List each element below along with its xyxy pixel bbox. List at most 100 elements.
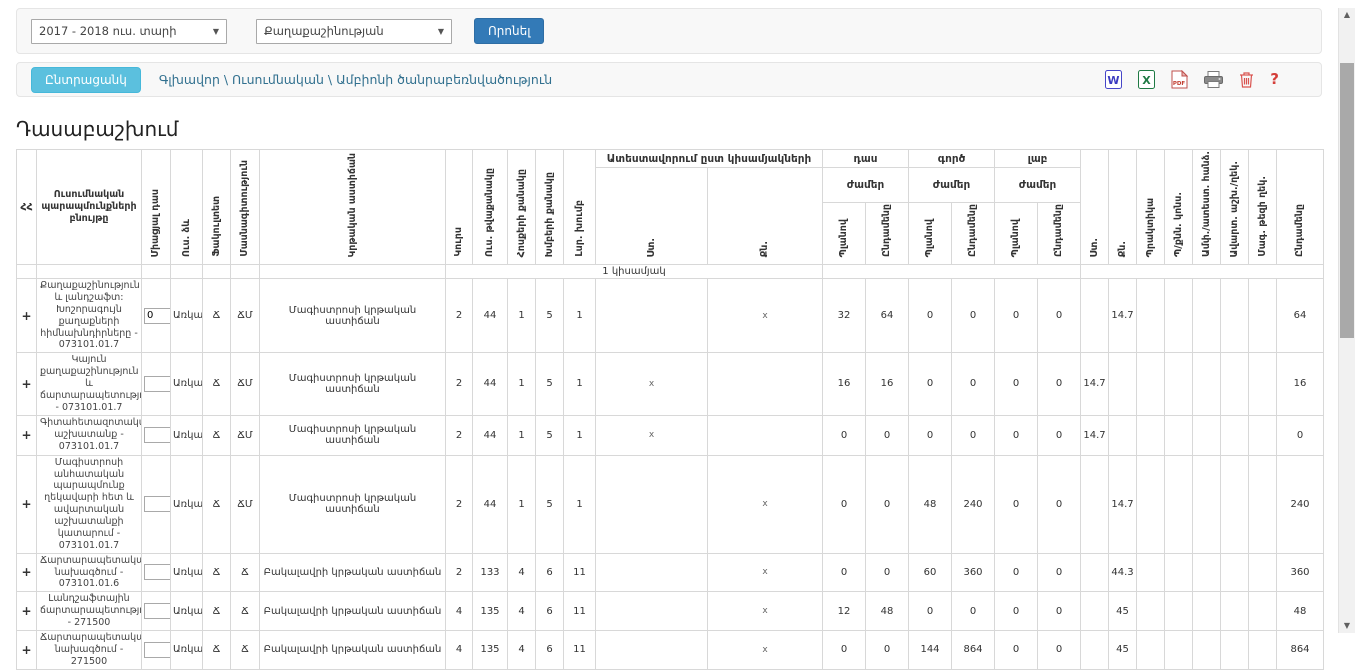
cell-st2 <box>1081 630 1109 669</box>
cell-lab-plan: 0 <box>995 630 1038 669</box>
cell-exam-cons <box>1165 415 1193 455</box>
year-select[interactable]: 2017 - 2018 ուս. տարի ▼ <box>31 19 227 44</box>
cell-master-thesis <box>1249 279 1277 353</box>
cell-das-total: 0 <box>866 415 909 455</box>
vertical-scrollbar[interactable]: ▲ ▼ <box>1338 8 1355 633</box>
cell-streams: 4 <box>508 553 536 592</box>
cell-master-thesis <box>1249 353 1277 415</box>
cell-lab-total: 0 <box>1038 353 1081 415</box>
cell-exam-cons <box>1165 279 1193 353</box>
cell-grad-work <box>1221 279 1249 353</box>
toolbar: Ընտրացանկ Գլխավոր \ Ուսումնական \ Ամբիոն… <box>16 62 1322 97</box>
joint-class-input[interactable] <box>144 376 171 392</box>
cell-practice <box>1137 630 1165 669</box>
cell-attest-qn: x <box>708 455 823 553</box>
cell-degree: Մագիստրոսի կրթական աստիճան <box>260 415 446 455</box>
joint-class-input[interactable] <box>144 642 171 658</box>
col-header-lecture-group: Լսր. խումբ <box>564 150 596 265</box>
table-row: +Մագիստրոսի անհատական պարապմունք ղեկավար… <box>17 455 1324 553</box>
joint-class-input[interactable] <box>144 564 171 580</box>
cell-grad-work <box>1221 415 1249 455</box>
col-header-practice: Պրակտիկա <box>1137 150 1165 265</box>
cell-final-attest <box>1193 279 1221 353</box>
scrollbar-thumb[interactable] <box>1340 63 1354 338</box>
cell-gorc-total: 0 <box>952 415 995 455</box>
cell-gorc-plan: 0 <box>909 353 952 415</box>
col-header-attest-st: Ստ. <box>596 168 708 265</box>
col-header-qn2: Քն. <box>1109 150 1137 265</box>
search-button[interactable]: Որոնել <box>474 18 544 44</box>
cell-expand[interactable]: + <box>17 279 37 353</box>
cell-groups: 6 <box>536 630 564 669</box>
cell-das-plan: 0 <box>823 415 866 455</box>
cell-expand[interactable]: + <box>17 553 37 592</box>
cell-grad-work <box>1221 455 1249 553</box>
cell-degree: Մագիստրոսի կրթական աստիճան <box>260 279 446 353</box>
cell-name: Գիտահետազոտական աշխատանք - 073101.01.7 <box>37 415 142 455</box>
joint-class-input[interactable] <box>144 308 171 324</box>
col-group-lecture-hours: դաս <box>823 150 909 168</box>
delete-icon[interactable] <box>1239 71 1254 88</box>
cell-lab-total: 0 <box>1038 279 1081 353</box>
cell-streams: 1 <box>508 279 536 353</box>
cell-specialty: ՃՄ <box>231 279 260 353</box>
cell-faculty: Ճ <box>203 630 231 669</box>
col-header-lab-total: Ընդամենը <box>1038 203 1081 265</box>
help-icon[interactable]: ? <box>1270 72 1279 87</box>
cell-expand[interactable]: + <box>17 630 37 669</box>
cell-gorc-total: 864 <box>952 630 995 669</box>
cell-course: 2 <box>446 279 473 353</box>
cell-final-attest <box>1193 455 1221 553</box>
cell-students: 44 <box>473 279 508 353</box>
svg-text:X: X <box>1143 74 1152 87</box>
cell-groups: 5 <box>536 415 564 455</box>
cell-name: Քաղաքաշինություն և լանդշաֆտ: Խոշորագույն… <box>37 279 142 353</box>
joint-class-input[interactable] <box>144 496 171 512</box>
table-header: ՀՀ Ուսումնական պարապմունքների բնույթը Մի… <box>17 150 1324 265</box>
cell-lecture-group: 1 <box>564 415 596 455</box>
cell-lecture-group: 1 <box>564 455 596 553</box>
col-header-st2: Ստ. <box>1081 150 1109 265</box>
cell-course: 4 <box>446 630 473 669</box>
faculty-select-value: Քաղաքաշինության <box>264 24 384 38</box>
cell-gorc-plan: 0 <box>909 415 952 455</box>
menu-button[interactable]: Ընտրացանկ <box>31 67 141 93</box>
col-header-master-thesis: Մագ. թեզի ղեկ. <box>1249 150 1277 265</box>
cell-attest-st <box>596 553 708 592</box>
cell-gorc-plan: 144 <box>909 630 952 669</box>
cell-name: Ճարտարապետական նախագծում - 073101.01.6 <box>37 553 142 592</box>
cell-streams: 1 <box>508 415 536 455</box>
cell-practice <box>1137 353 1165 415</box>
cell-joint-input <box>142 455 171 553</box>
faculty-select[interactable]: Քաղաքաշինության ▼ <box>256 19 452 44</box>
cell-students: 44 <box>473 455 508 553</box>
print-icon[interactable] <box>1204 71 1223 88</box>
cell-lab-total: 0 <box>1038 455 1081 553</box>
col-subgroup-hours: ժամեր <box>995 168 1081 203</box>
col-header-grad-work: Ավարտ. աշխ./ղեկ. <box>1221 150 1249 265</box>
cell-name: Մագիստրոսի անհատական պարապմունք ղեկավարի… <box>37 455 142 553</box>
table-row: +Ճարտարապետական նախագծում - 073101.01.6Ա… <box>17 553 1324 592</box>
cell-expand[interactable]: + <box>17 415 37 455</box>
cell-form: Առկա <box>171 279 203 353</box>
word-export-icon[interactable]: W <box>1105 70 1122 89</box>
export-toolbar: W X PDF ? <box>1105 70 1307 89</box>
joint-class-input[interactable] <box>144 427 171 443</box>
col-header-students: Ուս. թվաքանակը <box>473 150 508 265</box>
cell-das-plan: 16 <box>823 353 866 415</box>
cell-total: 864 <box>1277 630 1324 669</box>
col-group-practical-hours: գործ <box>909 150 995 168</box>
excel-export-icon[interactable]: X <box>1138 70 1155 89</box>
cell-expand[interactable]: + <box>17 455 37 553</box>
scroll-up-icon[interactable]: ▲ <box>1339 8 1355 22</box>
col-header-degree: Կրթական աստիճան <box>260 150 446 265</box>
col-header-das-plan: Պլանով <box>823 203 866 265</box>
cell-expand[interactable]: + <box>17 353 37 415</box>
joint-class-input[interactable] <box>144 603 171 619</box>
pdf-export-icon[interactable]: PDF <box>1171 70 1188 89</box>
semester-separator-label: 1 կիսամյակ <box>446 265 823 279</box>
col-header-lab-plan: Պլանով <box>995 203 1038 265</box>
col-header-study-form: Ուս. ձև <box>171 150 203 265</box>
scroll-down-icon[interactable]: ▼ <box>1339 619 1355 633</box>
cell-joint-input <box>142 279 171 353</box>
